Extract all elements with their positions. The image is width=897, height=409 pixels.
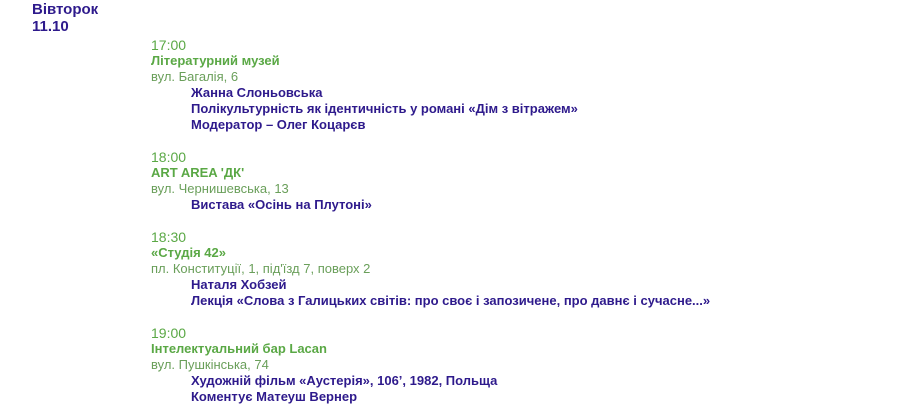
event-time: 19:00 [151, 325, 187, 341]
event-address: вул. Пушкінська, 74 [151, 357, 269, 372]
event-title: Полікультурність як ідентичність у роман… [191, 101, 578, 116]
event-venue[interactable]: Літературний музей [151, 53, 578, 69]
event-commentator: Коментує Матеуш Вернер [191, 389, 358, 404]
event-address: вул. Багалія, 6 [151, 69, 239, 84]
event-speaker: Наталя Хобзей [191, 277, 287, 292]
event-venue[interactable]: «Студія 42» [151, 245, 710, 261]
event-venue[interactable]: ART AREA 'ДК' [151, 165, 372, 181]
event-title: Художній фільм «Аустерія», 106’, 1982, П… [191, 373, 498, 388]
day-weekday: Вівторок [32, 1, 99, 18]
event-item: 17:00 Літературний музей вул. Багалія, 6… [151, 37, 578, 133]
event-time: 18:00 [151, 149, 187, 165]
event-item: 19:00 Інтелектуальний бар Lacan вул. Пуш… [151, 325, 497, 405]
event-title: Вистава «Осінь на Плутоні» [191, 197, 372, 212]
event-venue[interactable]: Інтелектуальний бар Lacan [151, 341, 497, 357]
day-date: 11.10 [32, 18, 69, 35]
event-address: вул. Чернишевська, 13 [151, 181, 289, 196]
schedule-page: Вівторок 11.10 17:00 Літературний музей … [0, 0, 897, 409]
event-time: 17:00 [151, 37, 187, 53]
event-address: пл. Конституції, 1, під'їзд 7, поверх 2 [151, 261, 371, 276]
cut-off-top-line [185, 0, 415, 2]
event-item: 18:30 «Студія 42» пл. Конституції, 1, пі… [151, 229, 710, 309]
event-speaker: Жанна Слоньовська [191, 85, 323, 100]
event-time: 18:30 [151, 229, 187, 245]
event-item: 18:00 ART AREA 'ДК' вул. Чернишевська, 1… [151, 149, 372, 213]
event-title: Лекція «Слова з Галицьких світів: про св… [191, 293, 711, 308]
event-moderator: Модератор – Олег Коцарєв [191, 117, 366, 132]
day-header: Вівторок 11.10 [32, 1, 98, 35]
